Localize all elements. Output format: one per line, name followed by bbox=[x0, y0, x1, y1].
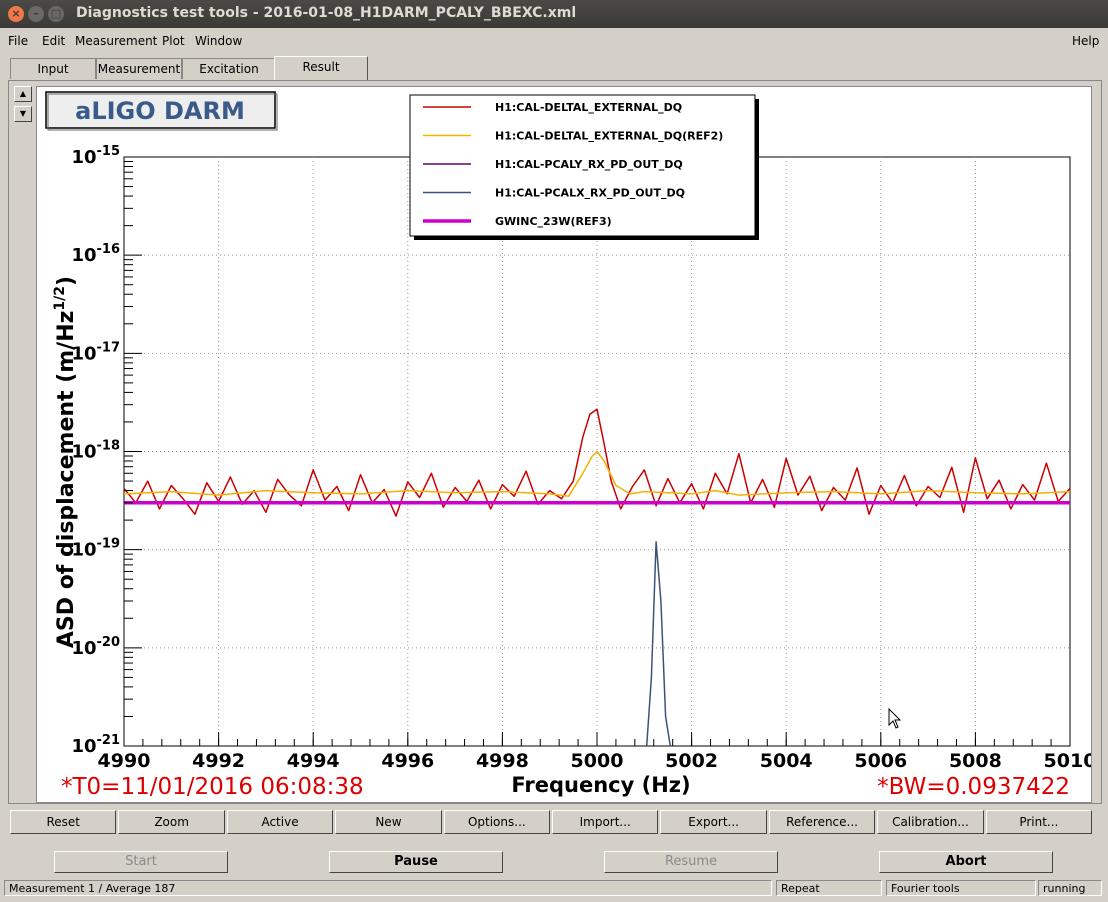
legend-label-1: H1:CAL-DELTAL_EXTERNAL_DQ(REF2) bbox=[495, 130, 723, 143]
x-tick-label: 4998 bbox=[476, 750, 529, 772]
t0-label: *T0=11/01/2016 06:08:38 bbox=[61, 774, 364, 800]
status-measurement: Measurement 1 / Average 187 bbox=[4, 880, 772, 896]
status-bar: Measurement 1 / Average 187 Repeat Fouri… bbox=[4, 880, 1104, 898]
menu-measurement[interactable]: Measurement bbox=[75, 34, 157, 48]
x-tick-label: 5006 bbox=[854, 750, 907, 772]
reset-button[interactable]: Reset bbox=[10, 810, 117, 834]
y-tick-exp: -21 bbox=[97, 733, 121, 748]
asd-plot[interactable]: aLIGO DARM 4990 4992 4994 4996 4998 5000 5002 5… bbox=[37, 87, 1091, 802]
y-tick-exp: -18 bbox=[97, 439, 121, 454]
plot-pad-up-button[interactable]: ▲ bbox=[14, 86, 32, 102]
legend-label-3: H1:CAL-PCALX_RX_PD_OUT_DQ bbox=[495, 187, 685, 200]
tab-measurement[interactable]: Measurement bbox=[96, 58, 182, 79]
x-tick-label: 4996 bbox=[381, 750, 434, 772]
status-state: running bbox=[1038, 880, 1102, 896]
abort-button[interactable]: Abort bbox=[879, 851, 1053, 873]
print-button[interactable]: Print... bbox=[985, 810, 1093, 834]
y-axis-label-main: ASD of displacement (m/Hz bbox=[54, 311, 79, 649]
y-axis-label: ASD of displacement (m/Hz1/2) bbox=[52, 276, 79, 648]
minimize-window-button[interactable]: – bbox=[28, 6, 44, 22]
plot-pad-down-button[interactable]: ▼ bbox=[14, 106, 32, 122]
active-button[interactable]: Active bbox=[226, 810, 334, 834]
x-tick-label: 5010 bbox=[1044, 750, 1091, 772]
y-tick-base: 10 bbox=[71, 245, 96, 266]
status-mode: Repeat bbox=[776, 880, 882, 896]
calibration-button[interactable]: Calibration... bbox=[877, 810, 984, 834]
status-tool: Fourier tools bbox=[886, 880, 1036, 896]
menu-bar: File Edit Measurement Plot Window Help bbox=[0, 30, 1108, 52]
x-tick-label: 4990 bbox=[98, 750, 151, 772]
bw-label: *BW=0.0937422 bbox=[877, 774, 1070, 800]
tab-result[interactable]: Result bbox=[274, 56, 368, 80]
x-tick-label: 5004 bbox=[760, 750, 813, 772]
y-tick-exp: -19 bbox=[97, 537, 121, 552]
tab-input[interactable]: Input bbox=[10, 58, 96, 79]
legend-label-0: H1:CAL-DELTAL_EXTERNAL_DQ bbox=[495, 101, 682, 114]
start-button[interactable]: Start bbox=[54, 851, 228, 873]
y-tick-base: 10 bbox=[71, 147, 96, 168]
menu-edit[interactable]: Edit bbox=[42, 34, 65, 48]
export-button[interactable]: Export... bbox=[660, 810, 767, 834]
x-tick-label: 5000 bbox=[571, 750, 624, 772]
tab-bar: Input Measurement Excitation Result bbox=[8, 56, 1100, 81]
x-tick-label: 5008 bbox=[949, 750, 1002, 772]
window-title: Diagnostics test tools - 2016-01-08_H1DA… bbox=[76, 5, 577, 21]
menu-plot[interactable]: Plot bbox=[162, 34, 185, 48]
close-window-button[interactable]: × bbox=[8, 6, 24, 22]
y-tick-label: 10-16 bbox=[71, 242, 120, 266]
x-axis-label: Frequency (Hz) bbox=[511, 773, 690, 797]
tab-excitation[interactable]: Excitation bbox=[182, 58, 276, 79]
reference-button[interactable]: Reference... bbox=[768, 810, 876, 834]
plot-button-row: Reset Zoom Active New Options... Import.… bbox=[10, 810, 1094, 834]
x-tick-label: 4994 bbox=[287, 750, 340, 772]
y-tick-exp: -15 bbox=[97, 144, 121, 159]
menu-file[interactable]: File bbox=[8, 34, 28, 48]
y-tick-exp: -20 bbox=[97, 635, 121, 650]
maximize-window-button[interactable]: □ bbox=[48, 6, 64, 22]
y-tick-base: 10 bbox=[71, 736, 96, 757]
y-axis-label-sup: 1/2 bbox=[52, 286, 68, 311]
x-tick-label: 5002 bbox=[665, 750, 718, 772]
menu-window[interactable]: Window bbox=[195, 34, 242, 48]
plot-canvas[interactable]: aLIGO DARM 4990 4992 4994 4996 4998 5000 5002 5… bbox=[36, 86, 1092, 803]
y-axis-label-close: ) bbox=[54, 276, 79, 286]
plot-badge: aLIGO DARM bbox=[75, 97, 245, 125]
resume-button[interactable]: Resume bbox=[604, 851, 778, 873]
options-button[interactable]: Options... bbox=[443, 810, 551, 834]
zoom-button[interactable]: Zoom bbox=[118, 810, 225, 834]
x-tick-label: 4992 bbox=[192, 750, 245, 772]
y-tick-exp: -17 bbox=[97, 340, 121, 355]
import-button[interactable]: Import... bbox=[552, 810, 659, 834]
menu-help[interactable]: Help bbox=[1072, 34, 1099, 48]
pause-button[interactable]: Pause bbox=[329, 851, 503, 873]
legend-label-4: GWINC_23W(REF3) bbox=[495, 215, 612, 228]
window-titlebar: × – □ Diagnostics test tools - 2016-01-0… bbox=[0, 0, 1108, 28]
new-button[interactable]: New bbox=[335, 810, 442, 834]
y-tick-label: 10-15 bbox=[71, 144, 120, 168]
legend-label-2: H1:CAL-PCALY_RX_PD_OUT_DQ bbox=[495, 158, 683, 171]
y-tick-exp: -16 bbox=[97, 242, 121, 257]
